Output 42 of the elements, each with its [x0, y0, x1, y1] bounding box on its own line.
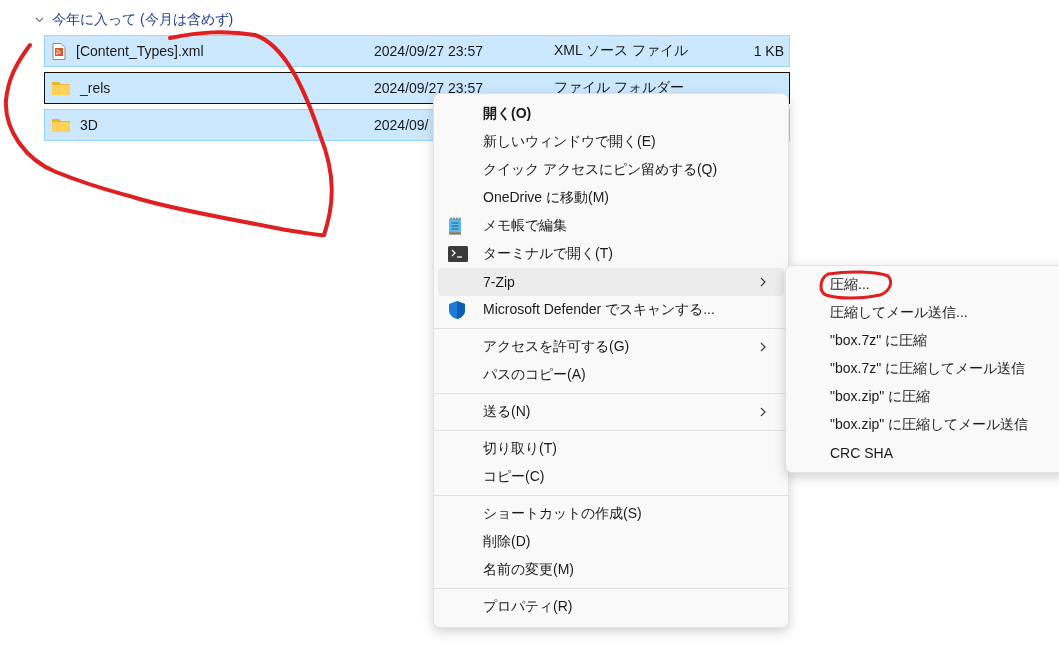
menu-item[interactable]: 名前の変更(M) [438, 556, 784, 584]
folder-icon [52, 118, 70, 132]
chevron-right-icon [760, 277, 766, 287]
file-type: XML ソース ファイル [554, 42, 689, 58]
menu-item[interactable]: アクセスを許可する(G) [438, 333, 784, 361]
menu-item[interactable]: プロパティ(R) [438, 593, 784, 621]
menu-item[interactable]: OneDrive に移動(M) [438, 184, 784, 212]
file-date: 2024/09/27 23:57 [374, 43, 483, 59]
menu-item[interactable]: Microsoft Defender でスキャンする... [438, 296, 784, 324]
rss-file-icon [52, 42, 66, 60]
chevron-icon[interactable] [35, 17, 44, 23]
file-name: _rels [80, 80, 111, 96]
chevron-right-icon [760, 342, 766, 352]
menu-item[interactable]: 切り取り(T) [438, 435, 784, 463]
menu-item[interactable]: クイック アクセスにピン留めする(Q) [438, 156, 784, 184]
menu-item[interactable]: CRC SHA [786, 439, 1059, 467]
chevron-right-icon [760, 407, 766, 417]
menu-item[interactable]: "box.zip" に圧縮 [786, 383, 1059, 411]
menu-item[interactable]: パスのコピー(A) [438, 361, 784, 389]
menu-item[interactable]: "box.zip" に圧縮してメール送信 [786, 411, 1059, 439]
menu-item[interactable]: "box.7z" に圧縮してメール送信 [786, 355, 1059, 383]
terminal-icon [448, 246, 468, 262]
menu-item[interactable]: "box.7z" に圧縮 [786, 327, 1059, 355]
menu-item[interactable]: ショートカットの作成(S) [438, 500, 784, 528]
folder-icon [52, 81, 70, 95]
menu-item[interactable]: 削除(D) [438, 528, 784, 556]
file-date: 2024/09/ [374, 117, 429, 133]
menu-item[interactable]: 送る(N) [438, 398, 784, 426]
group-header[interactable]: 今年に入って (今月は含めず) [52, 11, 234, 29]
menu-item[interactable]: 圧縮... [786, 271, 1059, 299]
menu-item[interactable]: 圧縮してメール送信... [786, 299, 1059, 327]
menu-item[interactable]: ターミナルで開く(T) [438, 240, 784, 268]
notepad-icon [448, 217, 462, 235]
menu-item[interactable]: メモ帳で編集 [438, 212, 784, 240]
file-row[interactable]: [Content_Types].xml 2024/09/27 23:57 XML ソース ファイル 1 KB [44, 35, 790, 67]
file-date: 2024/09/27 23:57 [374, 80, 483, 96]
menu-item[interactable]: 7-Zip [438, 268, 784, 296]
menu-item[interactable]: コピー(C) [438, 463, 784, 491]
file-name: [Content_Types].xml [76, 43, 204, 59]
file-size: 1 KB [753, 43, 784, 59]
shield-icon [448, 300, 466, 320]
file-name: 3D [80, 117, 98, 133]
